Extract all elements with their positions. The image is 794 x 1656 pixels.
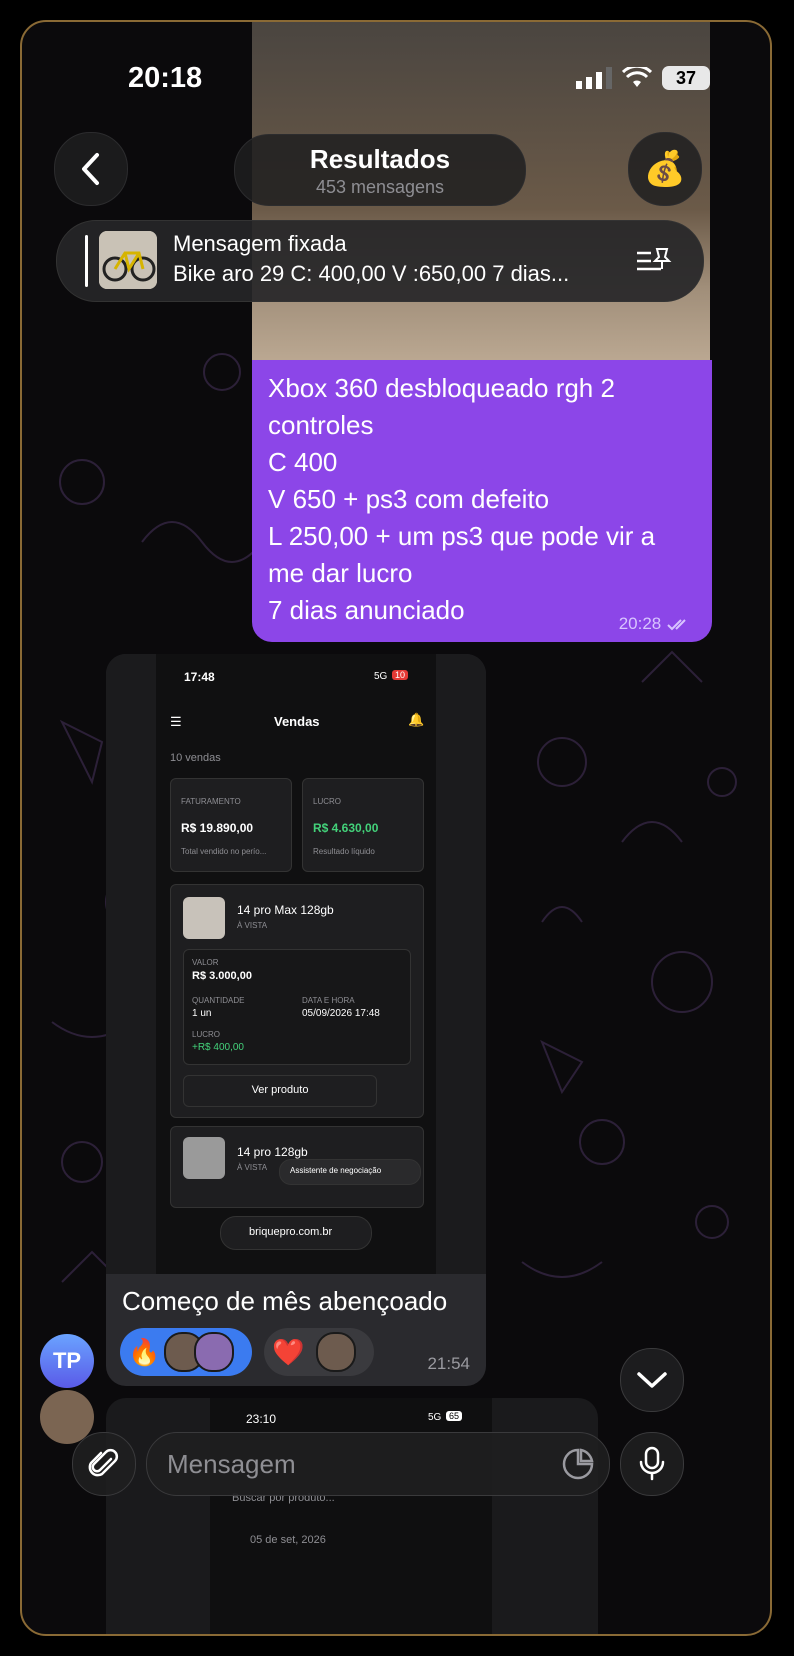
- shot-item-card: 14 pro Max 128gb À VISTA VALOR R$ 3.000,…: [170, 884, 424, 1118]
- shot-menu-icon: ☰: [170, 714, 182, 729]
- shot-valor-value: R$ 3.000,00: [192, 970, 252, 982]
- read-checkmarks-icon: [667, 618, 686, 630]
- shot-qtd-value: 1 un: [192, 1008, 212, 1019]
- shot-item-details: VALOR R$ 3.000,00 QUANTIDADE 1 un DATA E…: [183, 949, 411, 1065]
- shot-item-sub: À VISTA: [237, 921, 268, 930]
- shot-item2-title: 14 pro 128gb: [237, 1145, 308, 1159]
- shot-item-profit-label: LUCRO: [192, 1030, 221, 1039]
- reaction-heart[interactable]: ❤️: [264, 1328, 374, 1376]
- shot-title: Vendas: [274, 714, 320, 729]
- next-shot-time: 23:10: [246, 1412, 277, 1426]
- microphone-icon: [639, 1446, 665, 1481]
- bike-icon: [99, 231, 157, 289]
- attach-button[interactable]: [72, 1432, 136, 1496]
- chevron-left-icon: [82, 153, 99, 185]
- pinned-thumbnail: [99, 231, 157, 289]
- shot-status-time: 17:48: [184, 670, 215, 684]
- shot-data-value: 05/09/2026 17:48: [302, 1008, 380, 1019]
- heart-emoji: ❤️: [272, 1336, 305, 1367]
- battery-icon: 37: [662, 66, 710, 90]
- shot-item-image: [183, 897, 225, 939]
- shot-item2-image: [183, 1137, 225, 1179]
- next-shot-network: 5G: [428, 1412, 442, 1423]
- shot-url: briquepro.com.br: [249, 1226, 333, 1238]
- chat-screen: Xbox 360 desbloqueado rgh 2 controles C …: [20, 20, 772, 1636]
- shot-profit-value: R$ 4.630,00: [313, 821, 379, 835]
- shot-network: 5G: [374, 671, 388, 682]
- shot-profit-card: LUCRO R$ 4.630,00 Resultado líquido: [302, 778, 424, 872]
- message-input[interactable]: [165, 1443, 549, 1485]
- pinned-message-bar[interactable]: Mensagem fixada Bike aro 29 C: 400,00 V …: [56, 220, 704, 302]
- shot-battery: 10: [392, 670, 409, 680]
- shot-bell-icon: 🔔: [408, 712, 425, 727]
- chevron-down-icon: [637, 1372, 667, 1388]
- shot-assistant-pill: Assistente de negociação: [279, 1159, 421, 1185]
- shot-url-bar: briquepro.com.br: [220, 1216, 372, 1250]
- incoming-caption: Começo de mês abençoado: [122, 1286, 448, 1316]
- shot-revenue-card: FATURAMENTO R$ 19.890,00 Total vendido n…: [170, 778, 292, 872]
- status-time: 20:18: [128, 62, 203, 94]
- reactor-avatar: [316, 1332, 357, 1372]
- shot-item2-card: 14 pro 128gb À VISTA Assistente de negoc…: [170, 1126, 424, 1208]
- next-shot-date: 05 de set, 2026: [250, 1534, 326, 1546]
- outgoing-message-time: 20:28: [619, 614, 692, 634]
- chat-title: Resultados: [309, 144, 451, 174]
- incoming-screenshot[interactable]: 17:48 5G 10 ☰ Vendas 🔔 10 vendas FATURAM…: [106, 654, 486, 1274]
- fire-emoji: 🔥: [128, 1336, 161, 1367]
- shot-profit-label: LUCRO: [313, 797, 342, 806]
- money-bag-icon: 💰: [643, 150, 687, 188]
- status-icons: 37: [576, 66, 710, 90]
- shot-qtd-label: QUANTIDADE: [192, 996, 245, 1005]
- shot-data-label: DATA E HORA: [302, 996, 355, 1005]
- shot-item2-sub: À VISTA: [237, 1163, 268, 1172]
- shot-ver-produto-label: Ver produto: [251, 1084, 309, 1096]
- sticker-icon[interactable]: [561, 1447, 595, 1481]
- shot-profit-sub: Resultado líquido: [313, 847, 375, 856]
- message-composer[interactable]: [146, 1432, 610, 1496]
- outgoing-message-text: Xbox 360 desbloqueado rgh 2 controles C …: [268, 373, 656, 625]
- shot-item-title: 14 pro Max 128gb: [237, 903, 334, 917]
- screenshot-phone-screen: 17:48 5G 10 ☰ Vendas 🔔 10 vendas FATURAM…: [156, 654, 436, 1274]
- chat-title-pill[interactable]: Resultados 453 mensagens: [234, 134, 526, 206]
- sender-avatar-tp[interactable]: TP: [40, 1334, 94, 1388]
- shot-assistant-label: Assistente de negociação: [290, 1166, 382, 1175]
- chat-subtitle: 453 mensagens: [315, 177, 445, 197]
- back-button[interactable]: [54, 132, 128, 206]
- reactor-avatar: [194, 1332, 235, 1372]
- pinned-title: Mensagem fixada: [173, 231, 347, 256]
- shot-revenue-value: R$ 19.890,00: [181, 821, 254, 835]
- outgoing-message-bubble[interactable]: Xbox 360 desbloqueado rgh 2 controles C …: [252, 360, 712, 642]
- next-shot-battery: 65: [446, 1411, 463, 1421]
- message-time: 20:28: [618, 614, 662, 633]
- shot-revenue-label: FATURAMENTO: [181, 797, 241, 806]
- shot-ver-produto-button: Ver produto: [183, 1075, 377, 1107]
- pin-list-icon: [637, 248, 672, 271]
- signal-icon: [576, 67, 612, 89]
- shot-valor-label: VALOR: [192, 958, 219, 967]
- chat-avatar-button[interactable]: 💰: [628, 132, 702, 206]
- shot-item-profit-value: +R$ 400,00: [192, 1042, 244, 1053]
- shot-revenue-sub: Total vendido no perío...: [181, 847, 267, 856]
- incoming-message-bubble[interactable]: 17:48 5G 10 ☰ Vendas 🔔 10 vendas FATURAM…: [106, 654, 486, 1386]
- reaction-fire[interactable]: 🔥: [120, 1328, 252, 1376]
- paperclip-icon: [88, 1448, 119, 1477]
- scroll-down-button[interactable]: [620, 1348, 684, 1412]
- voice-message-button[interactable]: [620, 1432, 684, 1496]
- shot-sales-count: 10 vendas: [170, 752, 221, 764]
- pinned-indicator: [85, 235, 88, 287]
- incoming-message-time: 21:54: [427, 1354, 470, 1373]
- pinned-text: Bike aro 29 C: 400,00 V :650,00 7 dias..…: [173, 261, 570, 286]
- wifi-icon: [622, 67, 652, 87]
